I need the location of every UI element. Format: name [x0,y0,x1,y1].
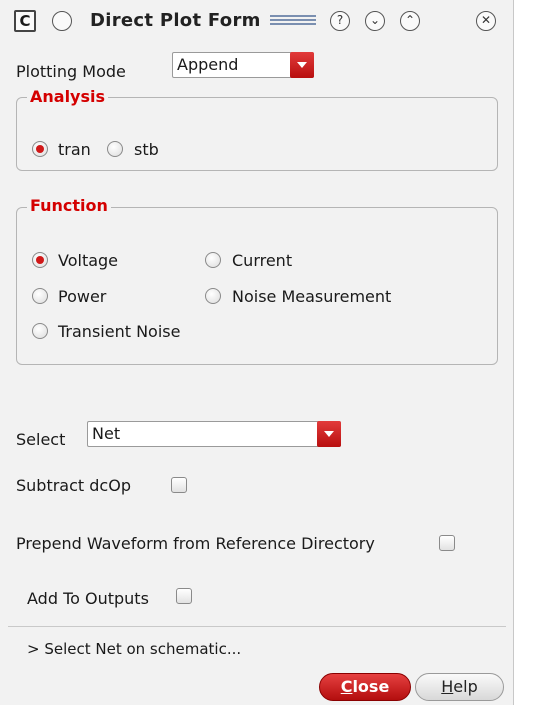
chevron-down-icon[interactable] [290,52,314,78]
prepend-waveform-label[interactable]: Prepend Waveform from Reference Director… [16,534,375,553]
radio-stb[interactable] [107,141,123,157]
close-window-icon[interactable]: ✕ [476,11,496,31]
radio-voltage-label[interactable]: Voltage [58,251,118,270]
radio-transient-noise-label[interactable]: Transient Noise [58,322,180,341]
radio-power[interactable] [32,288,48,304]
maximize-icon[interactable]: ⌃ [400,11,420,31]
select-dropdown[interactable]: Net [87,421,341,447]
help-button[interactable]: Help [415,673,504,701]
help-icon[interactable]: ? [330,11,350,31]
analysis-group [16,97,498,171]
subtract-dcop-checkbox[interactable] [171,477,187,493]
radio-power-label[interactable]: Power [58,287,106,306]
separator [8,626,506,627]
radio-tran[interactable] [32,141,48,157]
help-button-label: elp [453,677,478,696]
function-group-title: Function [27,196,111,215]
app-icon[interactable]: C [14,10,36,32]
radio-current[interactable] [205,252,221,268]
radio-voltage[interactable] [32,252,48,268]
chevron-down-icon[interactable] [317,421,341,447]
radio-noise-measurement[interactable] [205,288,221,304]
plotting-mode-label: Plotting Mode [16,62,126,81]
title-bar: C Direct Plot Form ? ⌄ ⌃ ✕ [0,0,514,44]
prepend-waveform-checkbox[interactable] [439,535,455,551]
radio-tran-label[interactable]: tran [58,140,91,159]
close-button[interactable]: Close [319,673,411,701]
window-menu-icon[interactable] [52,11,72,31]
subtract-dcop-label[interactable]: Subtract dcOp [16,476,131,495]
status-text: > Select Net on schematic... [27,640,242,658]
radio-current-label[interactable]: Current [232,251,292,270]
help-button-mnemonic: H [441,677,454,696]
radio-transient-noise[interactable] [32,323,48,339]
close-button-mnemonic: C [340,677,353,696]
minimize-icon[interactable]: ⌄ [365,11,385,31]
select-label: Select [16,430,66,449]
select-value: Net [92,424,121,443]
add-to-outputs-label[interactable]: Add To Outputs [27,589,149,608]
add-to-outputs-checkbox[interactable] [176,588,192,604]
radio-stb-label[interactable]: stb [134,140,159,159]
function-group [16,207,498,365]
close-button-label: lose [352,677,390,696]
analysis-group-title: Analysis [27,87,109,106]
radio-noise-measurement-label[interactable]: Noise Measurement [232,287,391,306]
plotting-mode-value: Append [177,55,239,74]
plotting-mode-select[interactable]: Append [172,52,314,78]
drag-handle-icon[interactable] [270,15,316,29]
window-title: Direct Plot Form [90,10,261,31]
direct-plot-form-window: C Direct Plot Form ? ⌄ ⌃ ✕ Plotting Mode… [0,0,514,705]
